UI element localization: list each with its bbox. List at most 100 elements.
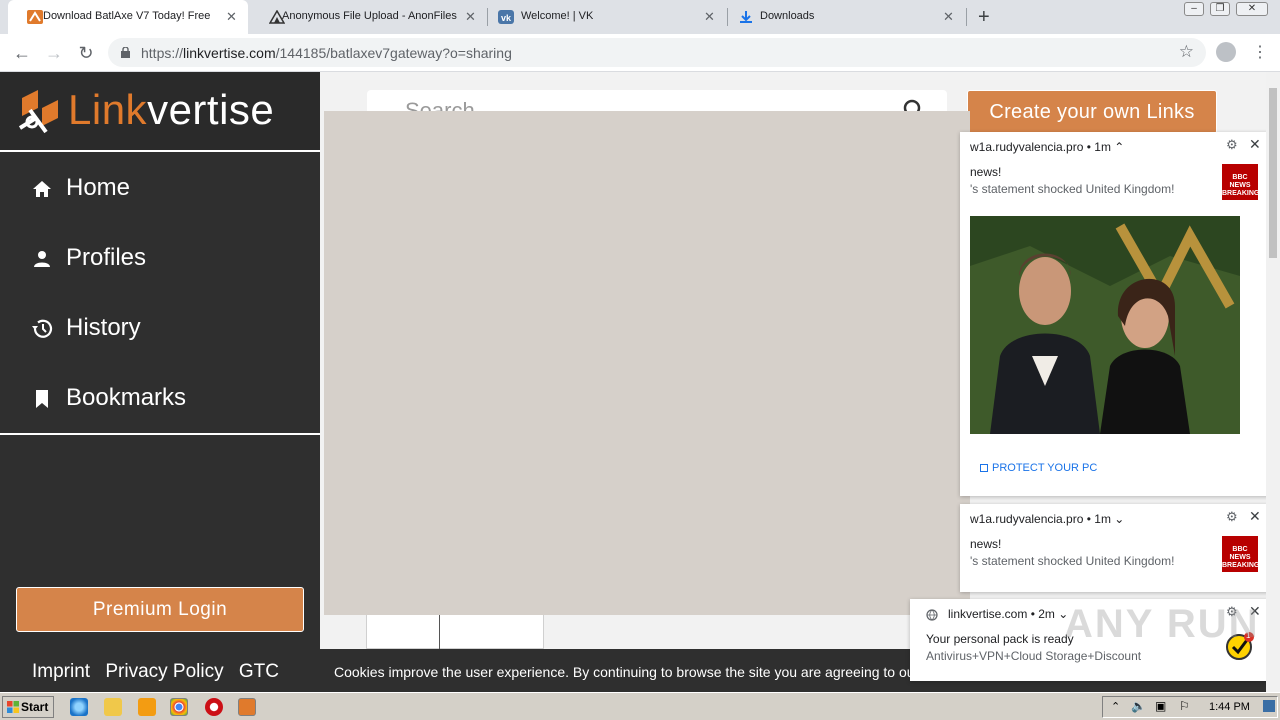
premium-login-button[interactable]: Premium Login: [16, 587, 304, 632]
network-icon[interactable]: ▣: [1155, 699, 1166, 713]
footer-links: Imprint Privacy Policy GTC: [32, 661, 289, 683]
settings-gear-icon[interactable]: ⚙: [1226, 509, 1238, 525]
close-window-icon[interactable]: ✕: [1236, 2, 1268, 16]
download-icon: [740, 11, 752, 23]
anyrun-watermark: ANY RUN: [1064, 602, 1260, 646]
privacy-policy-link[interactable]: Privacy Policy: [105, 661, 223, 682]
sidebar: Linkvertise Home Profiles History Bookma…: [0, 72, 320, 692]
browser-toolbar: ← → ↻ https://linkvertise.com/144185/bat…: [0, 34, 1280, 72]
tab-downloads[interactable]: Downloads ✕: [728, 0, 966, 34]
menu-divider: [0, 433, 320, 435]
tab-close-icon[interactable]: ✕: [943, 9, 954, 25]
tab-linkvertise[interactable]: Download BatlAxe V7 Today! Free S ✕: [8, 0, 248, 34]
tab-close-icon[interactable]: ✕: [226, 9, 237, 25]
media-player-icon[interactable]: [138, 698, 156, 716]
close-icon[interactable]: ✕: [1249, 136, 1261, 153]
settings-gear-icon[interactable]: ⚙: [1226, 137, 1238, 153]
close-icon[interactable]: ✕: [1249, 508, 1261, 525]
bookmark-star-icon[interactable]: ☆: [1179, 42, 1194, 62]
tab-label: Welcome! | VK: [521, 10, 594, 22]
bbc-news-badge-icon: BBC NEWS BREAKING: [1222, 536, 1259, 572]
sidebar-item-profiles[interactable]: Profiles: [0, 229, 320, 289]
page-content: Search Create your own Links Linkvertise…: [0, 72, 1280, 692]
person-icon: [34, 251, 50, 267]
logo[interactable]: Linkvertise: [0, 72, 320, 152]
start-label: Start: [21, 700, 49, 714]
start-button[interactable]: Start: [2, 696, 54, 718]
volume-icon[interactable]: 🔈: [1131, 699, 1146, 713]
tray-expand-icon[interactable]: ⌃: [1111, 700, 1120, 713]
tab-anonfiles[interactable]: Anonymous File Upload - AnonFiles ✕: [250, 0, 486, 34]
windows-logo-icon: [7, 701, 19, 713]
url-text: https://linkvertise.com/144185/batlaxev7…: [141, 45, 512, 61]
folder-icon[interactable]: [104, 698, 122, 716]
notification-card[interactable]: w1a.rudyvalencia.pro • 1m ⌃ ⚙ ✕ news! 's…: [960, 132, 1270, 496]
ie-icon[interactable]: [70, 698, 88, 716]
sidebar-item-history[interactable]: History: [0, 299, 320, 359]
notification-title: Your personal pack is ready: [926, 632, 1074, 646]
tab-separator: [966, 8, 967, 26]
history-icon: [32, 319, 53, 338]
back-icon[interactable]: ←: [12, 43, 32, 63]
create-links-button[interactable]: Create your own Links: [967, 90, 1217, 134]
page-scrollbar[interactable]: [1266, 72, 1280, 692]
news-photo: [970, 216, 1240, 434]
linkvertise-task-icon[interactable]: [238, 698, 256, 716]
notification-source: w1a.rudyvalencia.pro • 1m ⌄: [970, 512, 1125, 526]
bookmark-icon: [36, 390, 48, 408]
cookie-banner-text: Cookies improve the user experience. By …: [334, 664, 920, 680]
flag-icon[interactable]: ⚐: [1179, 699, 1190, 713]
chrome-icon[interactable]: [170, 698, 188, 716]
notification-body: 's statement shocked United Kingdom!: [970, 182, 1175, 196]
restore-icon[interactable]: ❐: [1210, 2, 1230, 16]
tab-close-icon[interactable]: ✕: [704, 9, 715, 25]
sidebar-item-label: History: [66, 314, 141, 341]
address-bar[interactable]: https://linkvertise.com/144185/batlaxev7…: [108, 38, 1206, 67]
sidebar-item-bookmarks[interactable]: Bookmarks: [0, 369, 320, 429]
vk-favicon-icon: vk: [498, 10, 514, 24]
tab-strip: Download BatlAxe V7 Today! Free S ✕ Anon…: [0, 0, 1280, 34]
lock-icon: [121, 47, 130, 58]
home-icon: [33, 181, 51, 197]
sidebar-item-label: Home: [66, 174, 131, 201]
show-desktop-icon[interactable]: [1263, 700, 1275, 712]
sidebar-item-label: Bookmarks: [66, 384, 187, 411]
windows-taskbar: Start ⌃ 🔈 ▣ ⚐ 1:44 PM: [0, 692, 1280, 720]
scrollbar-thumb[interactable]: [1269, 88, 1277, 258]
tab-label: Download BatlAxe V7 Today! Free S: [43, 10, 213, 22]
notification-body: 's statement shocked United Kingdom!: [970, 554, 1175, 568]
clock: 1:44 PM: [1209, 701, 1250, 713]
notification-source: linkvertise.com • 2m ⌄: [948, 607, 1069, 621]
notification-title: news!: [970, 165, 1002, 179]
protect-pc-action-button[interactable]: PROTECT YOUR PC: [980, 462, 1097, 474]
logo-vertise-text: vertise: [147, 86, 275, 133]
url-path: /144185/batlaxev7gateway?o=sharing: [275, 45, 512, 61]
notification-title: news!: [970, 537, 1002, 551]
forward-icon[interactable]: →: [44, 43, 64, 63]
system-tray: ⌃ 🔈 ▣ ⚐ 1:44 PM: [1102, 696, 1278, 718]
minimize-icon[interactable]: –: [1184, 2, 1204, 16]
menu-kebab-icon[interactable]: ⋮: [1252, 42, 1268, 62]
bbc-news-badge-icon: BBC NEWS BREAKING: [1222, 164, 1259, 200]
notification-body: Antivirus+VPN+Cloud Storage+Discount: [926, 649, 1142, 663]
opera-icon[interactable]: [205, 698, 223, 716]
gtc-link[interactable]: GTC: [239, 661, 279, 682]
logo-link-text: Link: [68, 86, 148, 133]
tab-vk[interactable]: vk Welcome! | VK ✕: [488, 0, 726, 34]
url-host: linkvertise.com: [183, 45, 276, 61]
tab-label: Anonymous File Upload - AnonFiles: [282, 10, 457, 22]
url-prefix: https://: [141, 45, 184, 61]
sidebar-item-home[interactable]: Home: [0, 159, 320, 219]
tab-close-icon[interactable]: ✕: [465, 9, 476, 25]
notification-card[interactable]: w1a.rudyvalencia.pro • 1m ⌄ ⚙ ✕ news! 's…: [960, 504, 1270, 592]
overlay-panel: [324, 111, 970, 615]
sidebar-item-label: Profiles: [66, 244, 147, 271]
notification-source: w1a.rudyvalencia.pro • 1m ⌃: [970, 140, 1125, 154]
logo-text: Linkvertise: [68, 86, 274, 134]
reload-icon[interactable]: ↻: [76, 43, 96, 63]
profile-avatar-icon[interactable]: [1216, 42, 1236, 62]
linkvertise-logo-icon: [18, 90, 58, 134]
imprint-link[interactable]: Imprint: [32, 661, 90, 682]
new-tab-icon[interactable]: +: [978, 6, 990, 29]
tab-label: Downloads: [760, 10, 815, 22]
